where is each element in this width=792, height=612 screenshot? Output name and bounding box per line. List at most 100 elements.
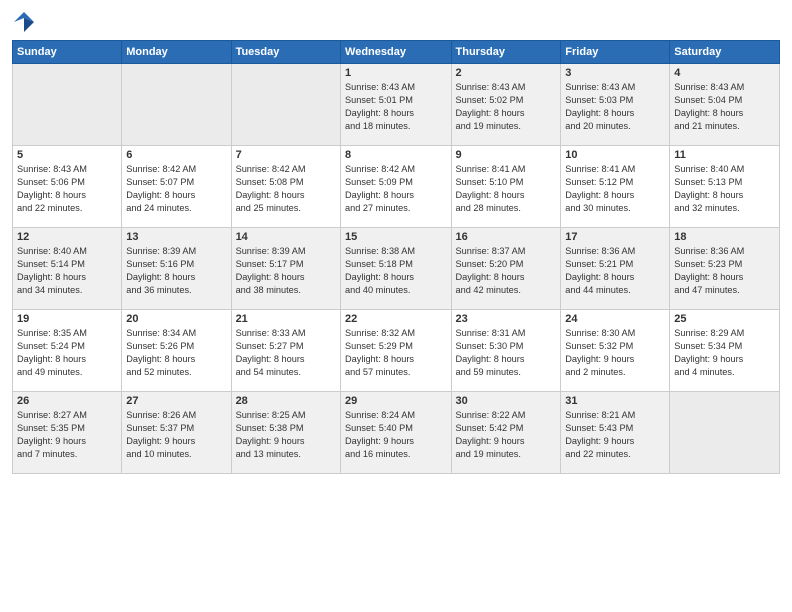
calendar-cell: 15 Sunrise: 8:38 AM Sunset: 5:18 PM Dayli… xyxy=(341,228,451,310)
day-info: Sunrise: 8:25 AM Sunset: 5:38 PM Dayligh… xyxy=(236,409,336,461)
logo-icon xyxy=(12,10,36,34)
calendar-cell: 22 Sunrise: 8:32 AM Sunset: 5:29 PM Dayli… xyxy=(341,310,451,392)
calendar-cell: 17 Sunrise: 8:36 AM Sunset: 5:21 PM Dayli… xyxy=(561,228,670,310)
day-number: 29 xyxy=(345,395,446,407)
day-number: 13 xyxy=(126,231,226,243)
calendar-cell xyxy=(13,64,122,146)
day-number: 17 xyxy=(565,231,665,243)
day-number: 18 xyxy=(674,231,775,243)
day-number: 11 xyxy=(674,149,775,161)
day-number: 1 xyxy=(345,67,446,79)
day-number: 19 xyxy=(17,313,117,325)
weekday-header-wednesday: Wednesday xyxy=(341,41,451,64)
weekday-header-thursday: Thursday xyxy=(451,41,561,64)
day-number: 12 xyxy=(17,231,117,243)
day-info: Sunrise: 8:43 AM Sunset: 5:06 PM Dayligh… xyxy=(17,163,117,215)
day-info: Sunrise: 8:36 AM Sunset: 5:21 PM Dayligh… xyxy=(565,245,665,297)
day-info: Sunrise: 8:21 AM Sunset: 5:43 PM Dayligh… xyxy=(565,409,665,461)
day-info: Sunrise: 8:42 AM Sunset: 5:09 PM Dayligh… xyxy=(345,163,446,215)
day-info: Sunrise: 8:24 AM Sunset: 5:40 PM Dayligh… xyxy=(345,409,446,461)
day-info: Sunrise: 8:43 AM Sunset: 5:02 PM Dayligh… xyxy=(456,81,557,133)
day-number: 24 xyxy=(565,313,665,325)
day-number: 3 xyxy=(565,67,665,79)
day-info: Sunrise: 8:30 AM Sunset: 5:32 PM Dayligh… xyxy=(565,327,665,379)
calendar-cell: 11 Sunrise: 8:40 AM Sunset: 5:13 PM Dayli… xyxy=(670,146,780,228)
day-number: 8 xyxy=(345,149,446,161)
day-info: Sunrise: 8:36 AM Sunset: 5:23 PM Dayligh… xyxy=(674,245,775,297)
day-info: Sunrise: 8:39 AM Sunset: 5:16 PM Dayligh… xyxy=(126,245,226,297)
weekday-header-row: SundayMondayTuesdayWednesdayThursdayFrid… xyxy=(13,41,780,64)
day-info: Sunrise: 8:42 AM Sunset: 5:08 PM Dayligh… xyxy=(236,163,336,215)
day-info: Sunrise: 8:37 AM Sunset: 5:20 PM Dayligh… xyxy=(456,245,557,297)
calendar-cell xyxy=(122,64,231,146)
calendar-cell: 20 Sunrise: 8:34 AM Sunset: 5:26 PM Dayli… xyxy=(122,310,231,392)
day-number: 26 xyxy=(17,395,117,407)
calendar-cell: 28 Sunrise: 8:25 AM Sunset: 5:38 PM Dayli… xyxy=(231,392,340,474)
calendar-cell: 16 Sunrise: 8:37 AM Sunset: 5:20 PM Dayli… xyxy=(451,228,561,310)
calendar-cell: 2 Sunrise: 8:43 AM Sunset: 5:02 PM Daylig… xyxy=(451,64,561,146)
day-info: Sunrise: 8:41 AM Sunset: 5:12 PM Dayligh… xyxy=(565,163,665,215)
calendar-cell: 18 Sunrise: 8:36 AM Sunset: 5:23 PM Dayli… xyxy=(670,228,780,310)
week-row-2: 5 Sunrise: 8:43 AM Sunset: 5:06 PM Daylig… xyxy=(13,146,780,228)
day-info: Sunrise: 8:43 AM Sunset: 5:04 PM Dayligh… xyxy=(674,81,775,133)
calendar-cell: 3 Sunrise: 8:43 AM Sunset: 5:03 PM Daylig… xyxy=(561,64,670,146)
day-number: 7 xyxy=(236,149,336,161)
calendar-cell: 8 Sunrise: 8:42 AM Sunset: 5:09 PM Daylig… xyxy=(341,146,451,228)
calendar-cell: 30 Sunrise: 8:22 AM Sunset: 5:42 PM Dayli… xyxy=(451,392,561,474)
calendar-cell: 10 Sunrise: 8:41 AM Sunset: 5:12 PM Dayli… xyxy=(561,146,670,228)
logo xyxy=(12,10,40,34)
day-number: 14 xyxy=(236,231,336,243)
day-number: 28 xyxy=(236,395,336,407)
day-number: 25 xyxy=(674,313,775,325)
calendar-cell: 19Sunrise: 8:35 AM Sunset: 5:24 PM Dayli… xyxy=(13,310,122,392)
weekday-header-sunday: Sunday xyxy=(13,41,122,64)
week-row-5: 26 Sunrise: 8:27 AM Sunset: 5:35 PM Dayli… xyxy=(13,392,780,474)
calendar-cell: 14 Sunrise: 8:39 AM Sunset: 5:17 PM Dayli… xyxy=(231,228,340,310)
day-number: 22 xyxy=(345,313,446,325)
calendar-cell xyxy=(670,392,780,474)
calendar-cell: 24 Sunrise: 8:30 AM Sunset: 5:32 PM Dayli… xyxy=(561,310,670,392)
day-number: 20 xyxy=(126,313,226,325)
weekday-header-tuesday: Tuesday xyxy=(231,41,340,64)
calendar-cell: 7 Sunrise: 8:42 AM Sunset: 5:08 PM Daylig… xyxy=(231,146,340,228)
weekday-header-saturday: Saturday xyxy=(670,41,780,64)
day-info: Sunrise: 8:27 AM Sunset: 5:35 PM Dayligh… xyxy=(17,409,117,461)
calendar-cell: 12 Sunrise: 8:40 AM Sunset: 5:14 PM Dayli… xyxy=(13,228,122,310)
week-row-4: 19Sunrise: 8:35 AM Sunset: 5:24 PM Dayli… xyxy=(13,310,780,392)
day-number: 2 xyxy=(456,67,557,79)
calendar-cell: 25 Sunrise: 8:29 AM Sunset: 5:34 PM Dayli… xyxy=(670,310,780,392)
day-info: Sunrise: 8:43 AM Sunset: 5:01 PM Dayligh… xyxy=(345,81,446,133)
day-number: 31 xyxy=(565,395,665,407)
day-number: 16 xyxy=(456,231,557,243)
day-number: 10 xyxy=(565,149,665,161)
day-info: Sunrise: 8:29 AM Sunset: 5:34 PM Dayligh… xyxy=(674,327,775,379)
calendar-container: SundayMondayTuesdayWednesdayThursdayFrid… xyxy=(0,0,792,612)
day-info: Sunrise: 8:32 AM Sunset: 5:29 PM Dayligh… xyxy=(345,327,446,379)
day-number: 30 xyxy=(456,395,557,407)
weekday-header-monday: Monday xyxy=(122,41,231,64)
day-info: Sunrise: 8:33 AM Sunset: 5:27 PM Dayligh… xyxy=(236,327,336,379)
day-number: 5 xyxy=(17,149,117,161)
calendar-cell: 1 Sunrise: 8:43 AM Sunset: 5:01 PM Daylig… xyxy=(341,64,451,146)
day-info: Sunrise: 8:22 AM Sunset: 5:42 PM Dayligh… xyxy=(456,409,557,461)
day-number: 6 xyxy=(126,149,226,161)
calendar-cell: 26 Sunrise: 8:27 AM Sunset: 5:35 PM Dayli… xyxy=(13,392,122,474)
day-number: 15 xyxy=(345,231,446,243)
calendar-cell: 29 Sunrise: 8:24 AM Sunset: 5:40 PM Dayli… xyxy=(341,392,451,474)
day-info: Sunrise: 8:39 AM Sunset: 5:17 PM Dayligh… xyxy=(236,245,336,297)
day-info: Sunrise: 8:40 AM Sunset: 5:13 PM Dayligh… xyxy=(674,163,775,215)
day-info: Sunrise: 8:40 AM Sunset: 5:14 PM Dayligh… xyxy=(17,245,117,297)
day-info: Sunrise: 8:26 AM Sunset: 5:37 PM Dayligh… xyxy=(126,409,226,461)
day-number: 27 xyxy=(126,395,226,407)
day-info: Sunrise: 8:31 AM Sunset: 5:30 PM Dayligh… xyxy=(456,327,557,379)
day-info: Sunrise: 8:34 AM Sunset: 5:26 PM Dayligh… xyxy=(126,327,226,379)
day-info: Sunrise: 8:38 AM Sunset: 5:18 PM Dayligh… xyxy=(345,245,446,297)
day-info: Sunrise: 8:41 AM Sunset: 5:10 PM Dayligh… xyxy=(456,163,557,215)
calendar-cell: 27 Sunrise: 8:26 AM Sunset: 5:37 PM Dayli… xyxy=(122,392,231,474)
day-info: Sunrise: 8:43 AM Sunset: 5:03 PM Dayligh… xyxy=(565,81,665,133)
week-row-1: 1 Sunrise: 8:43 AM Sunset: 5:01 PM Daylig… xyxy=(13,64,780,146)
calendar-cell: 9Sunrise: 8:41 AM Sunset: 5:10 PM Daylig… xyxy=(451,146,561,228)
calendar-cell: 13 Sunrise: 8:39 AM Sunset: 5:16 PM Dayli… xyxy=(122,228,231,310)
calendar-cell: 21Sunrise: 8:33 AM Sunset: 5:27 PM Dayli… xyxy=(231,310,340,392)
calendar-cell: 23Sunrise: 8:31 AM Sunset: 5:30 PM Dayli… xyxy=(451,310,561,392)
